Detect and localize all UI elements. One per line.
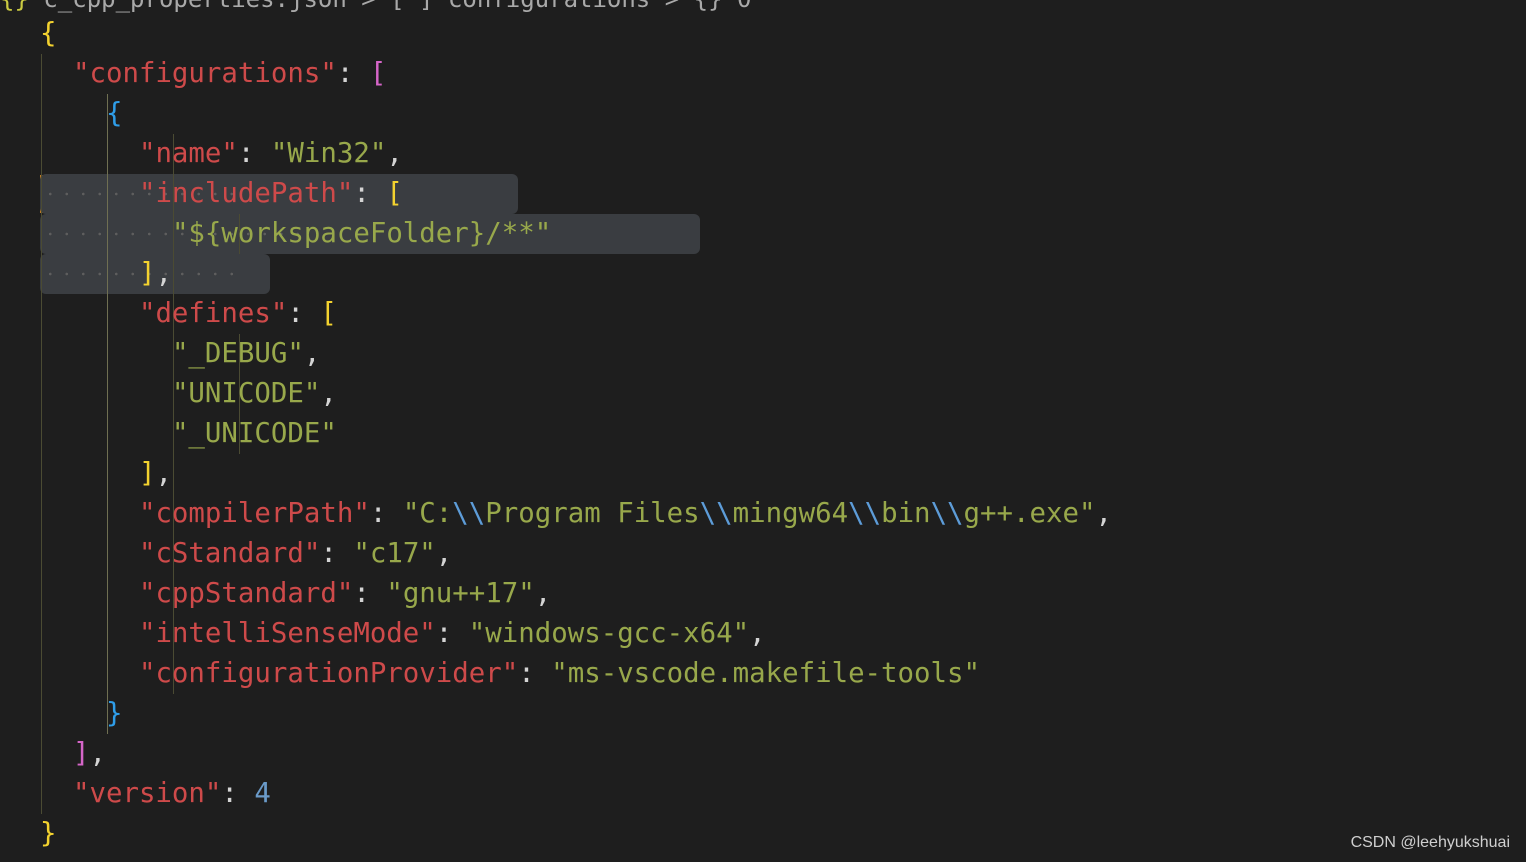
chevron-right-icon: > — [665, 0, 679, 13]
json-string: "_UNICODE" — [171, 418, 337, 449]
code-line: "intelliSenseMode": "windows-gcc-x64", — [138, 618, 766, 649]
json-key: "cStandard" — [138, 538, 321, 569]
code-line: "defines": [ — [138, 298, 337, 329]
code-line: "UNICODE", — [171, 378, 337, 409]
json-key: "configurationProvider" — [138, 658, 519, 689]
json-number: 4 — [254, 778, 271, 809]
code-line: "configurations": [ — [72, 58, 387, 89]
object-icon: {} — [694, 0, 723, 13]
code-line: { — [40, 18, 57, 49]
code-line: { — [105, 98, 123, 129]
code-line: "version": 4 — [72, 778, 271, 809]
code-line: "name": "Win32", — [138, 138, 403, 169]
breadcrumb-file[interactable]: c_cpp_properties.json — [43, 0, 346, 13]
json-key: "configurations" — [72, 58, 337, 89]
breadcrumb-item[interactable]: 0 — [737, 0, 751, 13]
json-file-icon: {} — [0, 0, 29, 13]
json-string: "ms-vscode.makefile-tools" — [551, 658, 980, 689]
code-line: "_DEBUG", — [171, 338, 321, 369]
code-line: "cStandard": "c17", — [138, 538, 453, 569]
code-line: ], — [72, 738, 106, 769]
code-line: "cppStandard": "gnu++17", — [138, 578, 552, 609]
code-line: "configurationProvider": "ms-vscode.make… — [138, 658, 980, 689]
chevron-right-icon: > — [361, 0, 375, 13]
json-string: "c17" — [353, 538, 436, 569]
json-key: "version" — [72, 778, 222, 809]
json-key: "intelliSenseMode" — [138, 618, 436, 649]
code-line: "compilerPath": "C:\\Program Files\\ming… — [138, 498, 1112, 529]
json-string: "${workspaceFolder}/**" — [171, 218, 552, 249]
code-line: } — [40, 818, 57, 849]
json-string: "_DEBUG" — [171, 338, 304, 369]
json-key: "cppStandard" — [138, 578, 354, 609]
json-string: "Win32" — [270, 138, 387, 169]
json-key: "includePath" — [138, 178, 354, 209]
array-icon: [ ] — [390, 0, 433, 13]
json-key: "compilerPath" — [138, 498, 370, 529]
json-string: "UNICODE" — [171, 378, 321, 409]
code-line: ], — [138, 258, 172, 289]
json-string: "gnu++17" — [386, 578, 535, 609]
code-line: } — [105, 698, 123, 729]
code-line: "${workspaceFolder}/**" — [40, 214, 551, 254]
watermark: CSDN @leehyukshuai — [1350, 834, 1510, 851]
json-string: "windows-gcc-x64" — [468, 618, 750, 649]
json-key: "name" — [138, 138, 238, 169]
breadcrumb: {} c_cpp_properties.json > [ ] configura… — [0, 0, 751, 14]
code-line: "_UNICODE" — [40, 414, 337, 454]
breadcrumb-configurations[interactable]: configurations — [448, 0, 650, 13]
code-line: ], — [138, 458, 172, 489]
json-key: "defines" — [138, 298, 288, 329]
code-editor[interactable]: { "configurations": [ { "name": "Win32",… — [40, 14, 1520, 854]
code-line: "includePath": [ — [138, 178, 403, 209]
